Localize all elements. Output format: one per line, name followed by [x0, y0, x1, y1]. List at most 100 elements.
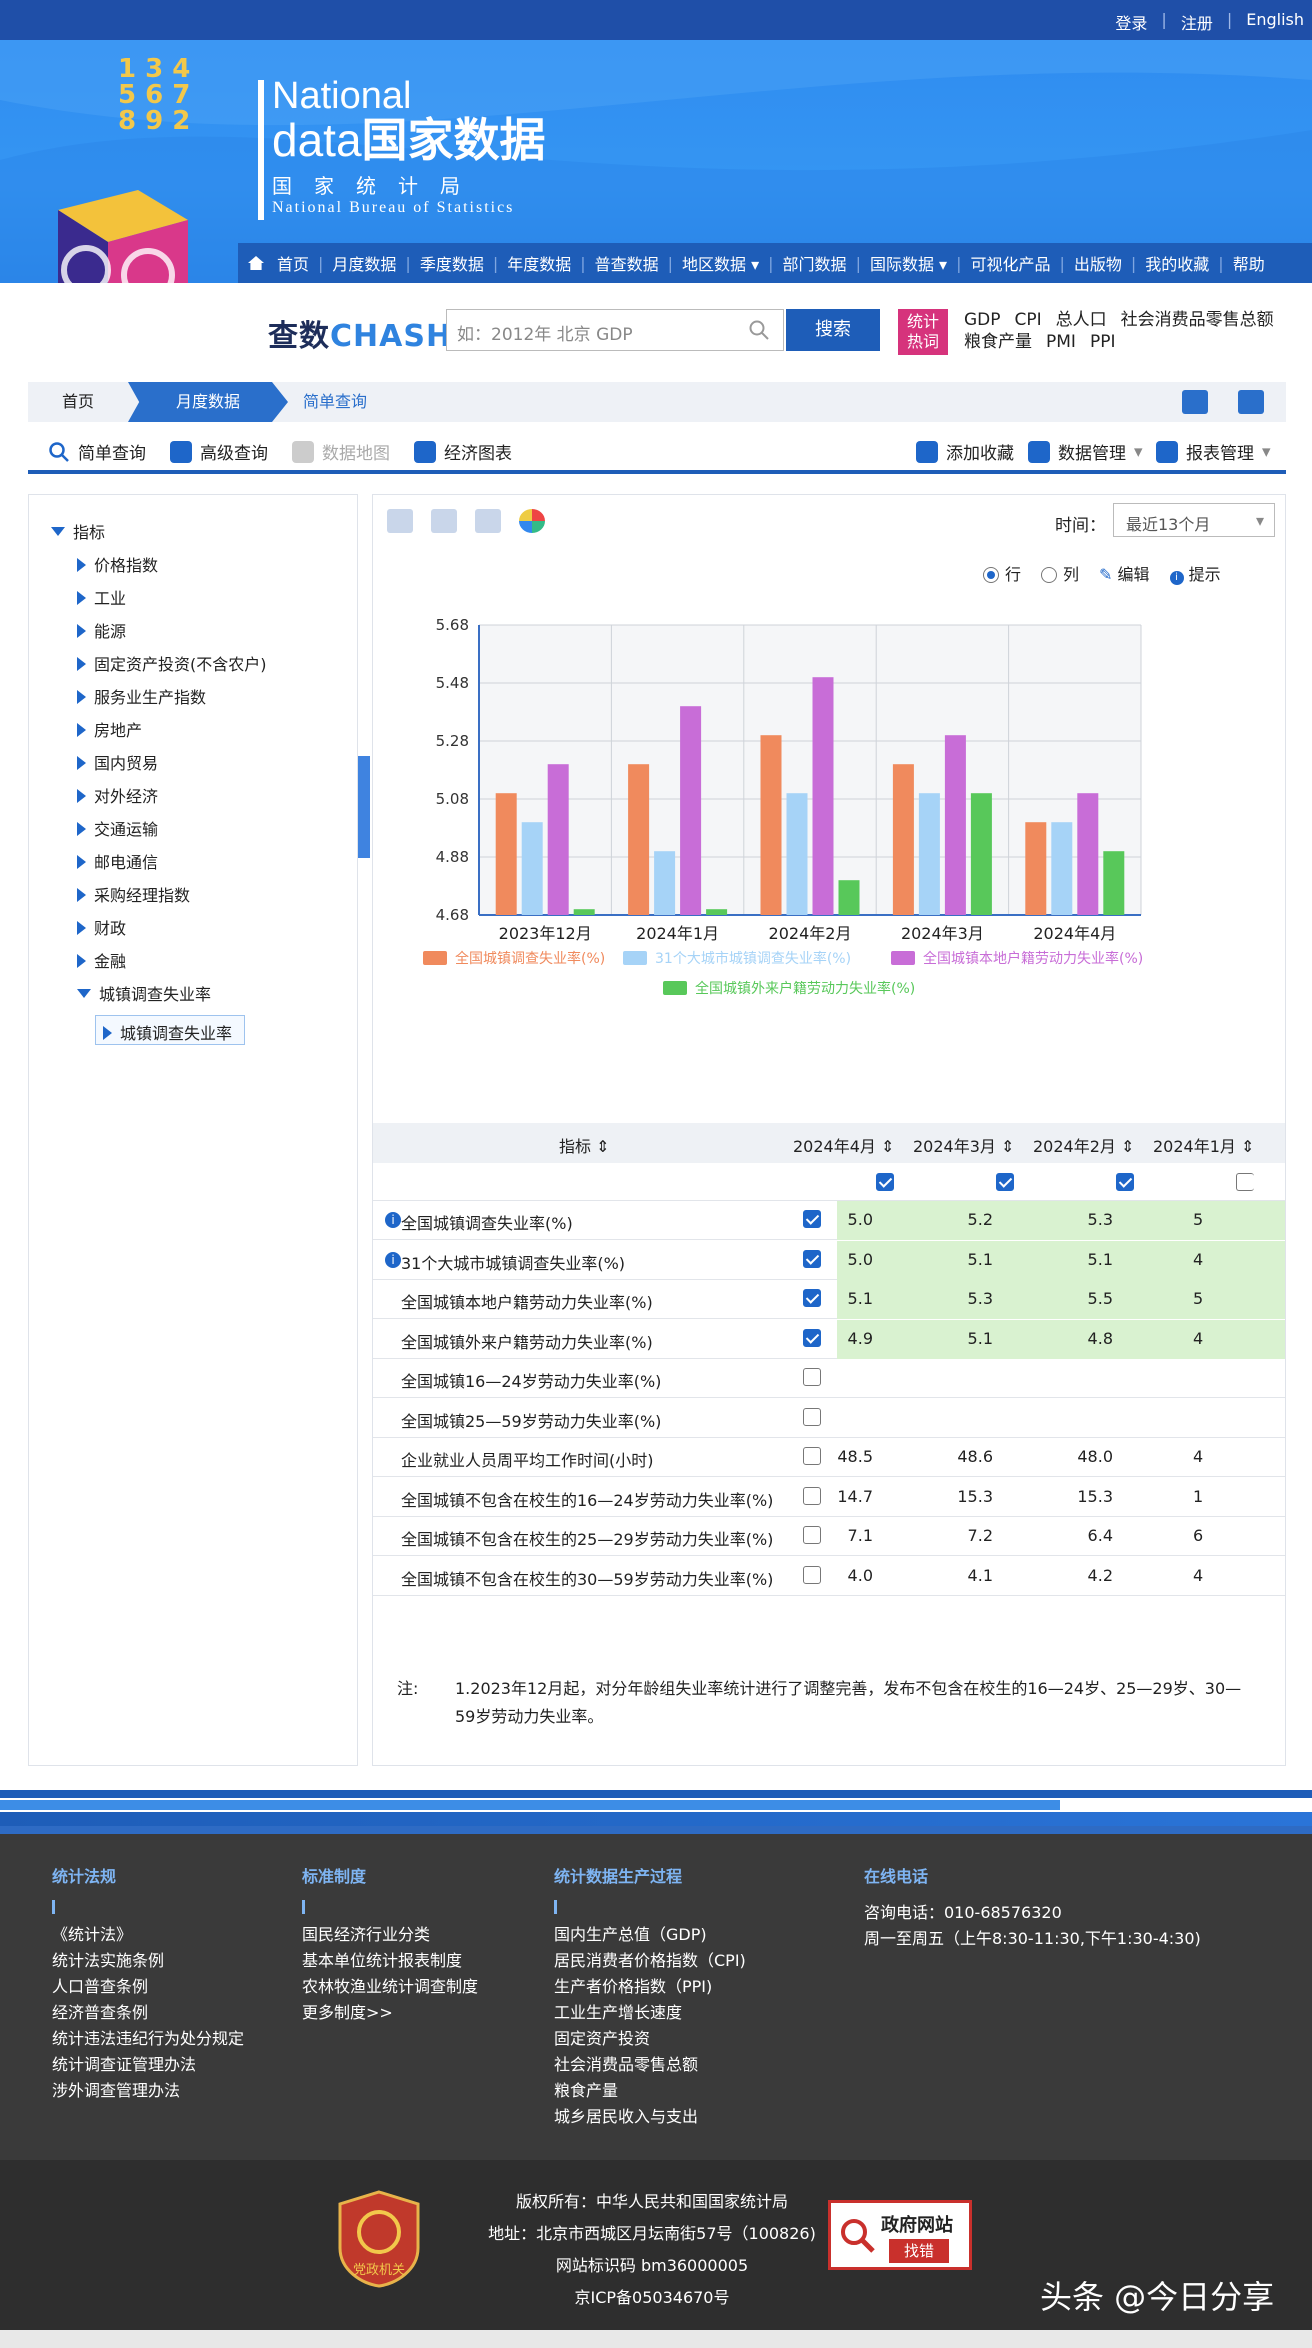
data-map-button[interactable]: 数据地图	[292, 439, 390, 464]
footer-link[interactable]: 人口普查条例	[52, 1974, 244, 2000]
tree-item[interactable]: 邮电通信	[77, 849, 158, 873]
footer-link[interactable]: 统计调查证管理办法	[52, 2052, 244, 2078]
table-view-icon[interactable]	[387, 509, 413, 533]
edit-button[interactable]: ✎ 编辑	[1099, 561, 1150, 585]
home-icon[interactable]	[248, 256, 264, 270]
login-link[interactable]: 登录	[1115, 10, 1147, 34]
simple-query-button[interactable]: 简单查询	[48, 439, 146, 464]
party-emblem-icon[interactable]: 党政机关	[336, 2190, 422, 2288]
footer-link[interactable]: 统计违法违纪行为处分规定	[52, 2026, 244, 2052]
column-header[interactable]: 2024年3月 ⇕	[913, 1133, 1014, 1157]
hot-word[interactable]: GDP	[964, 310, 1001, 330]
tree-item[interactable]: 价格指数	[77, 552, 158, 576]
row-checkbox[interactable]	[803, 1368, 821, 1386]
hbar-chart-icon[interactable]	[475, 509, 501, 533]
footer-link[interactable]: 粮食产量	[554, 2078, 746, 2104]
footer-link[interactable]: 《统计法》	[52, 1922, 244, 1948]
nav-quarterly[interactable]: 季度数据	[411, 251, 493, 275]
nav-regional[interactable]: 地区数据 ▾	[673, 251, 768, 275]
nav-monthly[interactable]: 月度数据	[323, 251, 405, 275]
tree-item[interactable]: 工业	[77, 585, 126, 609]
print-icon[interactable]	[1238, 390, 1264, 414]
register-link[interactable]: 注册	[1181, 10, 1213, 34]
report-management-button[interactable]: 报表管理 ▾	[1156, 439, 1271, 464]
nav-annual[interactable]: 年度数据	[498, 251, 580, 275]
hot-word[interactable]: CPI	[1015, 310, 1042, 330]
download-icon[interactable]	[1182, 390, 1208, 414]
hot-word[interactable]: PPI	[1090, 332, 1116, 352]
footer-link[interactable]: 生产者价格指数（PPI)	[554, 1974, 746, 2000]
hot-word[interactable]: 总人口	[1056, 310, 1107, 330]
gov-website-error-badge[interactable]: 政府网站 找错	[828, 2200, 972, 2270]
info-icon[interactable]: i	[385, 1212, 401, 1228]
row-checkbox[interactable]	[803, 1407, 821, 1426]
copyright-line[interactable]: 京ICP备05034670号	[452, 2282, 852, 2314]
footer-link[interactable]: 农林牧渔业统计调查制度	[302, 1974, 478, 2000]
tree-item[interactable]: 金融	[77, 948, 126, 972]
search-button[interactable]: 搜索	[786, 309, 880, 351]
tree-item[interactable]: 能源	[77, 618, 126, 642]
site-title[interactable]: National data国家数据 国家统计局 National Bureau …	[272, 76, 546, 217]
footer-link[interactable]: 国民经济行业分类	[302, 1922, 478, 1948]
breadcrumb-monthly[interactable]: 月度数据	[128, 382, 288, 422]
footer-link[interactable]: 经济普查条例	[52, 2000, 244, 2026]
nav-department[interactable]: 部门数据	[774, 251, 856, 275]
nav-international[interactable]: 国际数据 ▾	[861, 251, 956, 275]
column-header[interactable]: 2024年4月 ⇕	[793, 1133, 894, 1157]
footer-link[interactable]: 固定资产投资	[554, 2026, 746, 2052]
tree-root[interactable]: 指标	[51, 519, 105, 543]
tree-item[interactable]: 国内贸易	[77, 750, 158, 774]
tip-button[interactable]: i 提示	[1169, 561, 1221, 585]
footer-link[interactable]: 统计法实施条例	[52, 1948, 244, 1974]
tree-item[interactable]: 固定资产投资(不含农户)	[77, 651, 267, 675]
add-favorite-button[interactable]: 添加收藏	[916, 439, 1014, 464]
footer-link[interactable]: 基本单位统计报表制度	[302, 1948, 478, 1974]
advanced-query-button[interactable]: 高级查询	[170, 439, 268, 464]
tree-item-unemployment[interactable]: 城镇调查失业率	[77, 981, 211, 1005]
nav-publications[interactable]: 出版物	[1065, 251, 1131, 275]
nav-census[interactable]: 普查数据	[586, 251, 668, 275]
nav-favorites[interactable]: 我的收藏	[1136, 251, 1218, 275]
tree-item[interactable]: 服务业生产指数	[77, 684, 206, 708]
panel-splitter[interactable]	[358, 756, 370, 858]
english-link[interactable]: English	[1246, 10, 1304, 34]
hot-word[interactable]: 粮食产量	[964, 332, 1032, 352]
column-header[interactable]: 2024年1月 ⇕	[1153, 1133, 1254, 1157]
tree-item[interactable]: 采购经理指数	[77, 882, 190, 906]
hot-word[interactable]: PMI	[1046, 332, 1076, 352]
tree-item[interactable]: 交通运输	[77, 816, 158, 840]
column-header[interactable]: 2024年2月 ⇕	[1033, 1133, 1134, 1157]
data-management-button[interactable]: 数据管理 ▾	[1028, 439, 1143, 464]
tree-item[interactable]: 房地产	[77, 717, 142, 741]
footer-link[interactable]: 社会消费品零售总额	[554, 2052, 746, 2078]
footer-link[interactable]: 城乡居民收入与支出	[554, 2104, 746, 2130]
bar-chart-icon[interactable]	[431, 509, 457, 533]
search-icon[interactable]	[748, 319, 770, 341]
footer-link[interactable]: 涉外调查管理办法	[52, 2078, 244, 2104]
column-checkbox[interactable]	[876, 1173, 894, 1191]
economic-charts-button[interactable]: 经济图表	[414, 439, 512, 464]
footer-link[interactable]: 国内生产总值（GDP)	[554, 1922, 746, 1948]
add-favorite-label: 添加收藏	[946, 444, 1014, 464]
nav-visualization[interactable]: 可视化产品	[961, 251, 1059, 275]
column-checkbox[interactable]	[996, 1173, 1014, 1191]
pie-chart-icon[interactable]	[519, 509, 545, 533]
column-checkbox[interactable]	[1116, 1173, 1134, 1191]
tree-leaf[interactable]: 城镇调查失业率	[103, 1020, 232, 1044]
tree-item[interactable]: 对外经济	[77, 783, 158, 807]
info-icon[interactable]: i	[385, 1251, 401, 1268]
search-input[interactable]: 如：2012年 北京 GDP	[446, 309, 784, 351]
indicator-header[interactable]: 指标 ⇕	[559, 1133, 610, 1157]
tree-item[interactable]: 财政	[77, 915, 126, 939]
hot-word[interactable]: 社会消费品零售总额	[1121, 310, 1274, 330]
breadcrumb-home[interactable]: 首页	[28, 382, 128, 422]
row-radio[interactable]: 行	[983, 561, 1021, 585]
nav-help[interactable]: 帮助	[1224, 251, 1274, 275]
footer-link[interactable]: 居民消费者价格指数（CPI)	[554, 1948, 746, 1974]
nav-home[interactable]: 首页	[268, 251, 318, 275]
column-checkbox[interactable]	[1236, 1173, 1254, 1191]
col-radio[interactable]: 列	[1041, 561, 1079, 585]
footer-link[interactable]: 更多制度>>	[302, 2000, 478, 2026]
time-range-select[interactable]: 最近13个月 ▾	[1113, 503, 1275, 537]
footer-link[interactable]: 工业生产增长速度	[554, 2000, 746, 2026]
